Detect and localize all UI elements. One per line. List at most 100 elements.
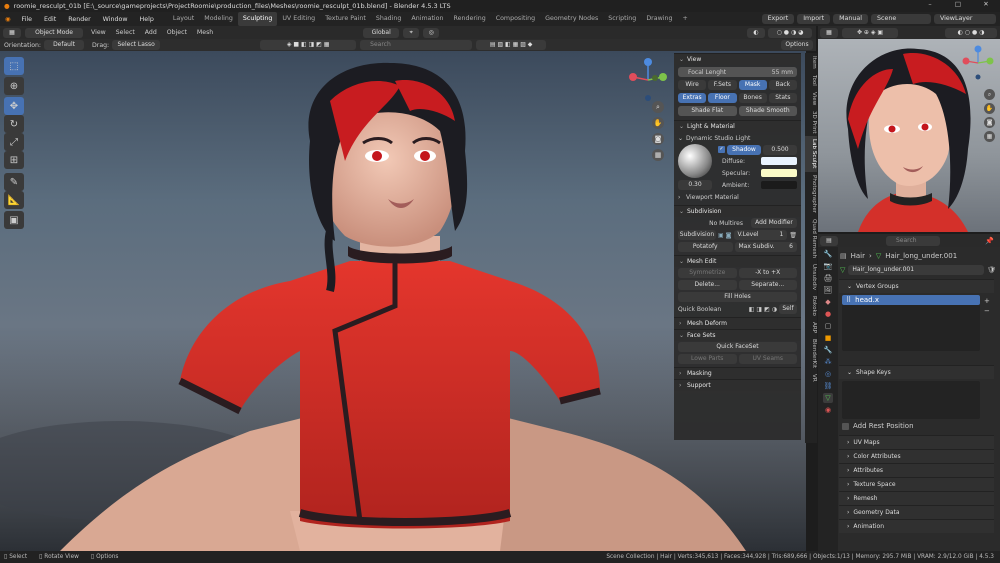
minimize-button[interactable]: – <box>916 0 944 8</box>
navigation-gizmo[interactable] <box>623 55 673 105</box>
quick-faceset-button[interactable]: Quick FaceSet <box>678 342 797 352</box>
tab-shading[interactable]: Shading <box>371 12 407 26</box>
trash-icon[interactable]: 🗑 <box>789 232 797 239</box>
preview-grid-icon[interactable]: ▦ <box>984 131 995 142</box>
tab-animation[interactable]: Animation <box>406 12 448 26</box>
shadow-checkbox[interactable]: ✓ <box>718 146 725 153</box>
realtime-icon[interactable]: ▣ <box>718 232 724 239</box>
drag-selector[interactable]: Select Lasso <box>112 40 161 50</box>
viewport-search-input[interactable]: Search <box>360 40 473 50</box>
max-subdiv-field[interactable]: Max Subdiv. 6 <box>734 242 797 252</box>
zoom-icon[interactable]: ⌕ <box>652 101 664 113</box>
viewport-material-subsection[interactable]: › Viewport Material <box>674 191 801 203</box>
face-sets-section-header[interactable]: ⌄ Face Sets <box>674 329 801 341</box>
shadow-value-field[interactable]: 0.500 <box>763 144 797 155</box>
preview-zoom-icon[interactable]: ⌕ <box>984 89 995 100</box>
maximize-button[interactable]: □ <box>944 0 972 8</box>
add-modifier-button[interactable]: Add Modifier <box>751 218 797 228</box>
tab-3d-print[interactable]: 3D Print <box>805 108 817 137</box>
wire-toggle[interactable]: Wire <box>678 80 707 90</box>
tab-arp[interactable]: ARP <box>805 319 817 336</box>
menu-help[interactable]: Help <box>134 16 160 23</box>
rotate-tool-icon[interactable]: ↻ <box>4 115 24 133</box>
blender-menu-icon[interactable]: ◉ <box>0 16 16 23</box>
tab-compositing[interactable]: Compositing <box>491 12 540 26</box>
render-icon[interactable]: ◙ <box>726 232 732 239</box>
shading-modes[interactable]: ○ ● ◑ ◕ <box>768 27 812 38</box>
scene-selector[interactable]: Scene <box>871 14 931 24</box>
tab-item[interactable]: Item <box>805 53 817 72</box>
manual-button[interactable]: Manual <box>833 14 868 24</box>
geometry-data-header[interactable]: › Geometry Data <box>839 505 994 519</box>
shape-keys-header[interactable]: ⌄ Shape Keys <box>839 365 994 379</box>
tab-photographer[interactable]: Photographer <box>805 172 817 216</box>
editor-type-icon[interactable]: ▦ <box>820 27 838 38</box>
menu-window[interactable]: Window <box>97 16 134 23</box>
editor-type-icon[interactable]: ▦ <box>3 27 21 38</box>
view-layer-selector[interactable]: ViewLayer <box>934 14 996 24</box>
addon-icons[interactable]: ▤ ▧ ◧ ▦ ▨ ◆ <box>476 40 547 50</box>
properties-search-input[interactable]: Search <box>886 235 940 246</box>
texture-space-header[interactable]: › Texture Space <box>839 477 994 491</box>
mask-toggle[interactable]: Mask <box>738 80 767 90</box>
remove-vertex-group-button[interactable]: − <box>984 307 990 315</box>
boolean-slice-icon[interactable]: ◑ <box>772 306 777 313</box>
mesh-deform-section-header[interactable]: › Mesh Deform <box>674 317 801 329</box>
mesh-name-field[interactable]: Hair_long_under.001 <box>848 264 985 275</box>
floor-toggle[interactable]: Floor <box>708 93 737 103</box>
preview-viewport[interactable]: ⌕ ✋ ◙ ▦ <box>818 39 1000 232</box>
attributes-header[interactable]: › Attributes <box>839 463 994 477</box>
fill-holes-button[interactable]: Fill Holes <box>678 292 797 302</box>
menu-edit[interactable]: Edit <box>38 16 62 23</box>
options-button[interactable]: Options <box>781 40 813 50</box>
vlevel-field[interactable]: V.Level 1 <box>733 230 788 240</box>
tool-props-icon[interactable]: 🔧 <box>823 249 833 259</box>
view-tools-icons[interactable]: ◈ ■ ◧ ◨ ◩ ▦ <box>260 40 357 50</box>
cursor-tool-icon[interactable]: ⊕ <box>4 77 24 95</box>
add-workspace-icon[interactable]: + <box>678 12 693 26</box>
subdivision-modifier-name[interactable]: Subdivision <box>678 230 716 240</box>
close-button[interactable]: ✕ <box>972 0 1000 8</box>
sphere-value-field[interactable]: 0.30 <box>678 180 712 190</box>
tab-unsubdiv[interactable]: Unsubdiv <box>805 261 817 293</box>
pan-icon[interactable]: ✋ <box>652 117 664 129</box>
diffuse-color-swatch[interactable] <box>761 157 797 165</box>
tab-blenderkit[interactable]: BlenderKit <box>805 336 817 371</box>
studio-light-subsection[interactable]: ⌄ Dynamic Studio Light <box>674 132 801 144</box>
ambient-color-swatch[interactable] <box>761 181 797 189</box>
lowe-parts-button[interactable]: Lowe Parts <box>678 354 737 364</box>
camera-icon[interactable]: ◙ <box>652 133 664 145</box>
boolean-difference-icon[interactable]: ◨ <box>756 306 762 313</box>
tab-lab-sculpt[interactable]: Lab Sculpt <box>805 136 817 172</box>
properties-editor-type-icon[interactable]: ▤ <box>820 235 838 246</box>
vertex-groups-header[interactable]: ⌄ Vertex Groups <box>839 279 994 293</box>
extras-toggle[interactable]: Extras <box>678 93 707 103</box>
menu-object[interactable]: Object <box>167 29 187 36</box>
overlay-icon[interactable]: ◐ <box>747 27 765 38</box>
shape-keys-list[interactable] <box>842 381 980 419</box>
matcap-sphere[interactable] <box>678 144 712 178</box>
mesh-edit-section-header[interactable]: ⌄ Mesh Edit <box>674 255 801 267</box>
perspective-grid-icon[interactable]: ▦ <box>652 149 664 161</box>
transform-tool-icon[interactable]: ⊞ <box>4 151 24 169</box>
move-tool-icon[interactable]: ✥ <box>4 97 24 115</box>
pin-icon[interactable]: 📌 <box>985 237 994 245</box>
symmetry-axis-selector[interactable]: -X to +X <box>738 268 797 278</box>
measure-tool-icon[interactable]: 📐 <box>4 191 24 209</box>
preview-camera-icon[interactable]: ◙ <box>984 117 995 128</box>
add-vertex-group-button[interactable]: + <box>984 297 990 305</box>
uv-maps-header[interactable]: › UV Maps <box>839 435 994 449</box>
tab-geometry-nodes[interactable]: Geometry Nodes <box>540 12 603 26</box>
vertex-groups-list[interactable]: ⠿ head.x <box>842 295 980 351</box>
tab-texture-paint[interactable]: Texture Paint <box>320 12 371 26</box>
shade-smooth-button[interactable]: Shade Smooth <box>738 106 797 116</box>
masking-section-header[interactable]: › Masking <box>674 367 801 379</box>
orientation-selector[interactable]: Default <box>44 40 85 50</box>
remesh-header[interactable]: › Remesh <box>839 491 994 505</box>
tab-tool[interactable]: Tool <box>805 72 817 89</box>
preview-pan-icon[interactable]: ✋ <box>984 103 995 114</box>
delete-dropdown[interactable]: Delete... <box>678 280 737 290</box>
specular-color-swatch[interactable] <box>761 169 797 177</box>
vertex-group-item[interactable]: ⠿ head.x <box>842 295 980 305</box>
tab-sculpting[interactable]: Sculpting <box>237 12 278 26</box>
